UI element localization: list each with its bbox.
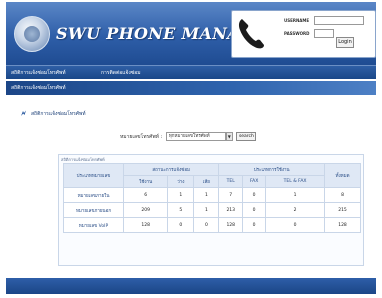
table-cell: 7 [218, 187, 244, 203]
col-header-total: ทั้งหมด [324, 163, 361, 188]
login-button[interactable]: Login [336, 37, 354, 48]
table-row: หมายเลขภายนอก 209 5 1 213 0 2 215 [63, 202, 361, 218]
nav-item-stats[interactable]: สถิติการแจ้งซ่อมโทรศัพท์ [11, 69, 66, 77]
table-cell: 0 [242, 187, 267, 203]
table-cell: 209 [122, 202, 169, 218]
table-cell: 1 [265, 187, 325, 203]
nav-item-contact[interactable]: การติดต่อแจ้งซ่อม [101, 69, 141, 77]
col-header-tel: TEL [218, 175, 244, 188]
table-cell: 0 [242, 217, 267, 233]
username-input[interactable] [314, 16, 364, 25]
page-title-text: สถิติการแจ้งซ่อมโทรศัพท์ [31, 111, 86, 117]
bullet-icon [21, 110, 26, 116]
row-type[interactable]: หมายเลขภายใน [63, 187, 124, 203]
table-cell: 128 [122, 217, 169, 233]
footer-bar [6, 278, 376, 294]
table-cell: 5 [167, 202, 195, 218]
telephone-icon [238, 19, 264, 49]
phone-number-select[interactable]: ทุกหมายเลขโทรศัพท์ [165, 132, 226, 141]
col-header-telfax: TEL & FAX [265, 175, 325, 188]
table-cell: 1 [193, 202, 220, 218]
filter-label: หมายเลขโทรศัพท์ : [120, 133, 163, 140]
table-cell: 1 [193, 187, 220, 203]
row-type[interactable]: หมายเลข VoIP [63, 217, 124, 233]
table-cell: 215 [324, 202, 361, 218]
password-label: PASSWORD [284, 31, 310, 36]
page-title: สถิติการแจ้งซ่อมโทรศัพท์ [20, 110, 86, 118]
breadcrumb-bar: สถิติการแจ้งซ่อมโทรศัพท์ [6, 81, 376, 95]
table-row: หมายเลข VoIP 128 0 0 128 0 0 128 [63, 217, 361, 233]
table-row: หมายเลขภายใน 6 1 1 7 0 1 8 [63, 187, 361, 203]
chevron-down-icon[interactable]: ▼ [225, 132, 233, 141]
breadcrumb: สถิติการแจ้งซ่อมโทรศัพท์ [11, 85, 66, 91]
col-group-status: สถานะการแจ้งซ่อม [122, 163, 220, 176]
table-cell: 128 [218, 217, 244, 233]
filter-row: หมายเลขโทรศัพท์ : ทุกหมายเลขโทรศัพท์ ▼ se… [120, 132, 257, 141]
username-label: USERNAME [284, 18, 310, 23]
header-banner: SWU PHONE MANAGEMENT USERNAME PASSWORD L… [6, 2, 376, 65]
table-cell: 6 [122, 187, 169, 203]
table-cell: 8 [324, 187, 361, 203]
col-group-usage: ประเภทการใช้งาน [218, 163, 325, 176]
table-cell: 0 [265, 217, 325, 233]
search-button[interactable]: search [236, 132, 257, 141]
col-header-broken: เสีย [193, 175, 220, 188]
table-cell: 1 [167, 187, 195, 203]
stats-panel: สถิติการแจ้งซ่อมโทรศัพท์ ประเภทหมายเลข ส… [58, 154, 364, 266]
col-header-free: ว่าง [167, 175, 195, 188]
stats-table: ประเภทหมายเลข สถานะการแจ้งซ่อม ประเภทการ… [63, 163, 361, 233]
col-header-type: ประเภทหมายเลข [63, 163, 124, 188]
logo-icon [14, 16, 50, 52]
row-type[interactable]: หมายเลขภายนอก [63, 202, 124, 218]
table-cell: 2 [265, 202, 325, 218]
table-cell: 128 [324, 217, 361, 233]
table-cell: 213 [218, 202, 244, 218]
password-input[interactable] [314, 29, 334, 38]
table-cell: 0 [167, 217, 195, 233]
col-header-active: ใช้งาน [122, 175, 169, 188]
table-cell: 0 [193, 217, 220, 233]
table-caption: สถิติการแจ้งซ่อมโทรศัพท์ [61, 157, 105, 162]
login-panel: USERNAME PASSWORD Login [231, 10, 376, 58]
col-header-fax: FAX [242, 175, 267, 188]
table-cell: 0 [242, 202, 267, 218]
top-nav: สถิติการแจ้งซ่อมโทรศัพท์ การติดต่อแจ้งซ่… [6, 65, 376, 79]
